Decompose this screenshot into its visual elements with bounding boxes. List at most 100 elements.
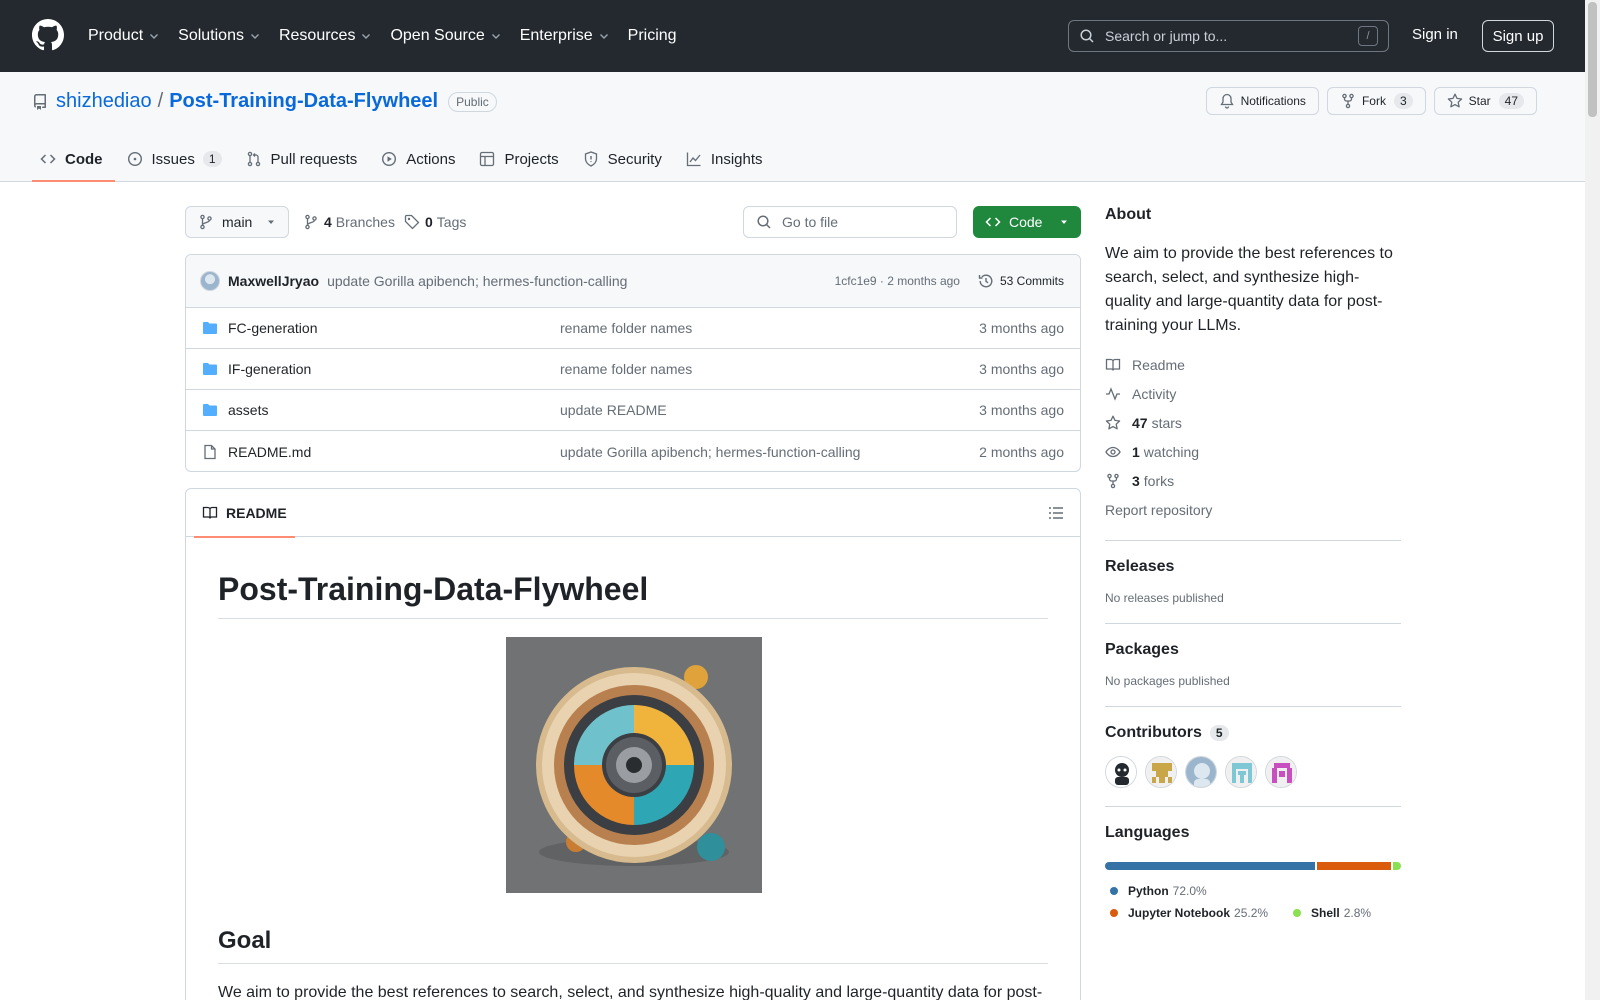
nav-open-source-label: Open Source [390,27,485,44]
chevron-down-icon [599,34,608,39]
list-icon[interactable] [1048,505,1064,521]
notifications-label: Notifications [1240,94,1306,108]
avatar[interactable] [1265,756,1297,788]
flywheel-logo-image[interactable] [506,637,762,893]
language-python[interactable]: Python 72.0% [1105,880,1207,902]
repo-name-link[interactable]: Post-Training-Data-Flywheel [169,90,438,113]
file-name-link[interactable]: README.md [228,444,560,460]
repo-header: shizhediao / Post-Training-Data-Flywheel… [0,72,1585,182]
nav-product[interactable]: Product [88,27,160,45]
watching-link[interactable]: 1 watching [1105,437,1401,466]
page-scrollbar-thumb[interactable] [1588,2,1597,117]
branch-icon [200,214,212,230]
github-logo-icon[interactable] [32,19,64,51]
bell-icon [1219,93,1234,109]
nav-pricing[interactable]: Pricing [628,27,677,45]
tab-insights[interactable]: Insights [678,136,775,182]
contributors-heading[interactable]: Contributors 5 [1105,724,1401,742]
tab-pull-requests[interactable]: Pull requests [238,136,370,182]
table-row[interactable]: assets update README 3 months ago [186,390,1080,431]
avatar[interactable] [1225,756,1257,788]
tag-icon [404,214,420,230]
global-search-input[interactable]: Search or jump to... / [1068,20,1389,52]
sign-in-link[interactable]: Sign in [1412,26,1458,43]
tab-issues[interactable]: Issues 1 [119,136,234,182]
file-commit-message[interactable]: rename folder names [560,361,979,377]
page-scrollbar[interactable] [1585,0,1600,1000]
watching-label: watching [1143,443,1200,460]
readme-header: README [186,489,1080,538]
nav-enterprise-label: Enterprise [519,27,593,44]
language-shell[interactable]: Shell 2.8% [1288,902,1371,924]
language-dot [1110,909,1118,917]
readme-link-label: Readme [1132,356,1185,373]
tab-code[interactable]: Code [32,136,115,182]
branch-icon [305,214,317,230]
commits-count-label: 53 Commits [999,274,1064,288]
tags-link[interactable]: 0 Tags [404,214,466,230]
readme-tab[interactable]: README [194,489,295,538]
global-nav: Product Solutions Resources Open Source … [88,0,695,72]
goal-heading: Goal [218,927,1048,964]
file-name-link[interactable]: IF-generation [228,361,560,377]
language-jupyter-notebook[interactable]: Jupyter Notebook 25.2% [1105,902,1268,924]
tab-security-label: Security [607,150,662,168]
commits-link[interactable]: 53 Commits [978,273,1064,289]
nav-enterprise[interactable]: Enterprise [520,27,610,45]
readme-link[interactable]: Readme [1105,350,1401,379]
file-time: 3 months ago [979,402,1064,418]
branches-label: Branches [335,214,395,230]
file-name-link[interactable]: assets [228,402,560,418]
pulse-icon [1106,386,1120,401]
about-description: We aim to provide the best references to… [1105,245,1393,334]
global-header: Product Solutions Resources Open Source … [0,0,1585,72]
activity-link[interactable]: Activity [1105,379,1401,408]
nav-open-source[interactable]: Open Source [390,27,501,45]
go-to-file-input[interactable]: Go to file [743,206,957,238]
star-count: 47 [1498,93,1524,109]
table-row[interactable]: IF-generation rename folder names 3 mont… [186,349,1080,390]
tab-projects[interactable]: Projects [471,136,570,182]
releases-heading[interactable]: Releases [1105,558,1401,576]
watching-count: 1 [1132,443,1140,460]
branch-selector[interactable]: main [185,206,289,238]
tab-security[interactable]: Security [575,136,674,182]
fork-button[interactable]: Fork 3 [1326,87,1426,115]
book-icon [202,506,218,519]
languages-bar [1105,862,1401,870]
report-repository-link[interactable]: Report repository [1105,495,1401,524]
commit-author-link[interactable]: MaxwellJryao [228,273,319,289]
repo-owner-link[interactable]: shizhediao [56,90,152,113]
chevron-down-icon [150,34,159,39]
avatar[interactable] [1105,756,1137,788]
file-time: 3 months ago [979,320,1064,336]
star-button[interactable]: Star 47 [1433,87,1537,115]
history-icon [978,274,993,288]
table-row[interactable]: README.md update Gorilla apibench; herme… [186,431,1080,471]
table-row[interactable]: FC-generation rename folder names 3 mont… [186,308,1080,349]
stars-link[interactable]: 47 stars [1105,408,1401,437]
branches-link[interactable]: 4 Branches [303,214,395,230]
tab-actions[interactable]: Actions [373,136,467,182]
file-name-link[interactable]: FC-generation [228,320,560,336]
code-download-button[interactable]: Code [973,206,1081,238]
language-percent: 25.2% [1234,906,1269,920]
packages-heading[interactable]: Packages [1105,641,1401,659]
avatar[interactable] [1185,756,1217,788]
tab-projects-label: Projects [504,150,559,168]
nav-resources[interactable]: Resources [279,27,372,45]
sign-up-button[interactable]: Sign up [1482,20,1554,52]
file-commit-message[interactable]: update README [560,402,979,418]
forks-link[interactable]: 3 forks [1105,466,1401,495]
folder-icon [203,363,217,375]
file-commit-message[interactable]: rename folder names [560,320,979,336]
code-icon [985,217,1001,227]
avatar[interactable] [1145,756,1177,788]
nav-solutions[interactable]: Solutions [178,27,261,45]
file-commit-message[interactable]: update Gorilla apibench; hermes-function… [560,444,979,460]
avatar[interactable] [200,271,220,291]
commit-meta[interactable]: 1cfc1e9 · 2 months ago [835,274,960,288]
tags-count: 0 [425,214,433,230]
notifications-button[interactable]: Notifications [1205,87,1319,115]
commit-message-link[interactable]: update Gorilla apibench; hermes-function… [327,273,835,289]
